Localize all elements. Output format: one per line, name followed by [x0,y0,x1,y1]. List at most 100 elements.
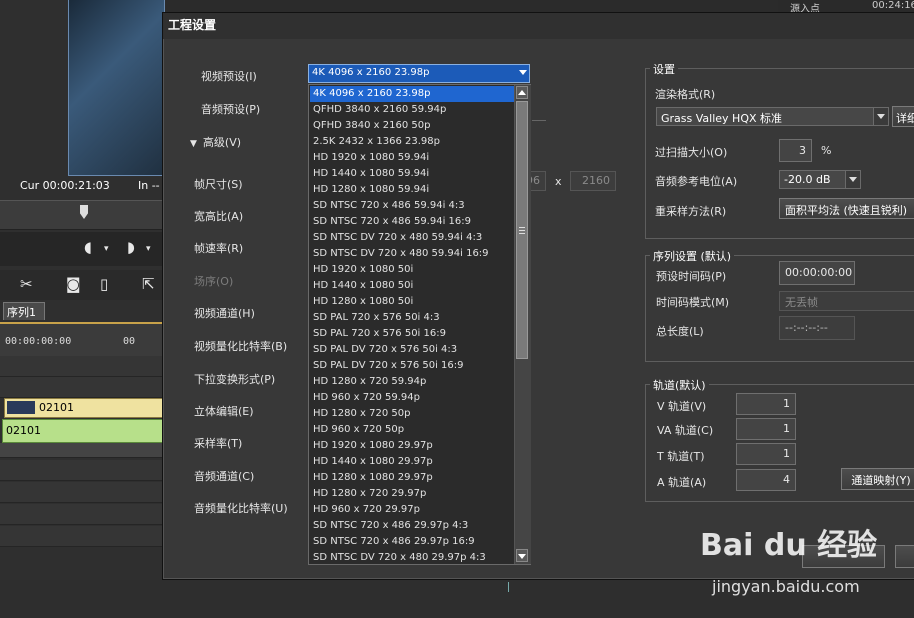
export-icon[interactable]: ⇱ [142,275,155,293]
baidu-watermark-url: jingyan.baidu.com [712,577,860,596]
preset-tc-field[interactable]: 00:00:00:00 [779,261,855,285]
render-format-label: 渲染格式(R) [655,88,716,101]
t-track-label: T 轨道(T) [657,450,705,463]
resample-select[interactable]: 面积平均法 (快速且锐利) [779,198,914,219]
mark-out-icon[interactable]: ◗ [127,238,135,256]
tracks-group-title: 轨道(默认) [650,377,709,393]
track-row [0,356,163,377]
preset-option[interactable]: HD 1920 x 1080 29.97p [310,438,515,454]
preset-option[interactable]: HD 960 x 720 50p [310,422,515,438]
preset-tc-label: 预设时间码(P) [656,270,727,283]
t-track-field[interactable]: 1 [736,443,796,465]
audio-quant-label: 音频量化比特率(U) [194,502,288,515]
video-preset-dropdown-list: 4K 4096 x 2160 23.98p QFHD 3840 x 2160 59… [308,84,531,565]
audio-ref-select[interactable]: -20.0 dB [779,170,861,189]
render-detail-button[interactable]: 详细 [892,106,914,127]
video-quant-label: 视频量化比特率(B) [194,340,288,353]
va-track-field[interactable]: 1 [736,418,796,440]
chevron-down-icon [873,108,888,125]
tc-mode-select[interactable]: 无丢帧 [779,291,914,311]
frame-height-field[interactable]: 2160 [570,171,616,191]
video-channel-label: 视频通道(H) [194,307,255,320]
track-row [0,504,163,525]
preset-option[interactable]: SD NTSC DV 720 x 480 29.97p 4:3 [310,550,515,564]
preset-option[interactable]: SD PAL DV 720 x 576 50i 16:9 [310,358,515,374]
player-toolbar: ◖ ▾ ◗ ▾ [0,232,163,266]
total-length-field[interactable]: --:--:--:-- [779,316,855,340]
sequence-group-title: 序列设置 (默认) [650,248,735,264]
video-clip[interactable]: 02101 [4,398,164,418]
scrollbar-thumb[interactable] [516,101,528,359]
track-row [0,443,163,458]
clip-name: 02101 [6,424,41,437]
video-preset-value: 4K 4096 x 2160 23.98p [312,67,430,78]
preset-option[interactable]: QFHD 3840 x 2160 59.94p [310,102,515,118]
timeline-ruler[interactable]: 00:00:00:00 00 [0,322,163,356]
camera-icon[interactable]: ◙ [66,275,81,293]
dialog-titlebar[interactable] [163,13,914,39]
frame-rate-label: 帧速率(R) [194,242,244,255]
pulldown-label: 下拉变换形式(P) [194,373,276,386]
video-preset-select[interactable]: 4K 4096 x 2160 23.98p [308,64,530,83]
preset-option[interactable]: HD 960 x 720 59.94p [310,390,515,406]
scroll-down-button[interactable] [516,549,528,562]
sequence-tab[interactable]: 序列1 [3,302,45,320]
preset-option[interactable]: HD 1280 x 1080 29.97p [310,470,515,486]
preset-option[interactable]: SD NTSC DV 720 x 480 59.94i 4:3 [310,230,515,246]
grip-line [519,233,525,234]
preset-option[interactable]: HD 1440 x 1080 29.97p [310,454,515,470]
preset-option[interactable]: SD NTSC 720 x 486 59.94i 4:3 [310,198,515,214]
preset-option[interactable]: HD 1920 x 1080 50i [310,262,515,278]
chevron-down-icon [519,70,527,75]
dropdown-arrow-icon[interactable]: ▾ [104,244,109,254]
overscan-label: 过扫描大小(O) [655,146,728,159]
track-row [0,482,163,503]
preset-option[interactable]: HD 1440 x 1080 50i [310,278,515,294]
render-format-select[interactable]: Grass Valley HQX 标准 [656,107,889,126]
source-in-value: 00:24:16 [872,0,914,11]
audio-ref-value: -20.0 dB [784,173,831,186]
overscan-unit: % [821,144,832,157]
track-row [0,526,163,547]
document-icon[interactable]: ▯ [100,275,108,293]
preset-option[interactable]: SD PAL DV 720 x 576 50i 4:3 [310,342,515,358]
preset-option[interactable]: SD PAL 720 x 576 50i 16:9 [310,326,515,342]
preset-option[interactable]: SD PAL 720 x 576 50i 4:3 [310,310,515,326]
preset-option[interactable]: 4K 4096 x 2160 23.98p [310,86,515,102]
ruler-timecode: 00 [123,336,136,347]
preset-option[interactable]: SD NTSC DV 720 x 480 59.94i 16:9 [310,246,515,262]
track-row [0,460,163,481]
in-point-timecode: In -- [138,179,160,192]
preset-option[interactable]: SD NTSC 720 x 486 59.94i 16:9 [310,214,515,230]
audio-channel-label: 音频通道(C) [194,470,255,483]
overscan-field[interactable]: 3 [779,139,812,162]
razor-icon[interactable]: ✂ [20,275,33,293]
preset-option[interactable]: SD NTSC 720 x 486 29.97p 4:3 [310,518,515,534]
mark-in-icon[interactable]: ◖ [84,238,92,256]
dropdown-arrow-icon[interactable]: ▾ [146,244,151,254]
preset-option[interactable]: 2.5K 2432 x 1366 23.98p [310,134,515,150]
preset-option[interactable]: HD 1280 x 720 50p [310,406,515,422]
resample-label: 重采样方法(R) [655,205,727,218]
cancel-button[interactable] [895,545,914,568]
preset-option[interactable]: HD 1280 x 1080 50i [310,294,515,310]
aspect-label: 宽高比(A) [194,210,244,223]
scroll-up-button[interactable] [516,86,528,99]
a-track-field[interactable]: 4 [736,469,796,491]
preset-option[interactable]: HD 960 x 720 29.97p [310,502,515,518]
divider [532,120,546,121]
preset-option[interactable]: SD NTSC 720 x 486 29.97p 16:9 [310,534,515,550]
preset-option[interactable]: HD 1920 x 1080 59.94i [310,150,515,166]
preset-option[interactable]: HD 1280 x 720 29.97p [310,486,515,502]
v-track-field[interactable]: 1 [736,393,796,415]
channel-map-button[interactable]: 通道映射(Y) [841,468,914,490]
preset-option[interactable]: HD 1280 x 720 59.94p [310,374,515,390]
audio-ref-label: 音频参考电位(A) [655,175,738,188]
audio-clip[interactable]: 02101 [2,419,165,443]
advanced-toggle[interactable]: ▼ 高级(V) [190,134,241,150]
dialog-title: 工程设置 [168,18,217,32]
preset-option[interactable]: HD 1440 x 1080 59.94i [310,166,515,182]
preset-option[interactable]: HD 1280 x 1080 59.94i [310,182,515,198]
chevron-down-icon [518,554,526,559]
preset-option[interactable]: QFHD 3840 x 2160 50p [310,118,515,134]
